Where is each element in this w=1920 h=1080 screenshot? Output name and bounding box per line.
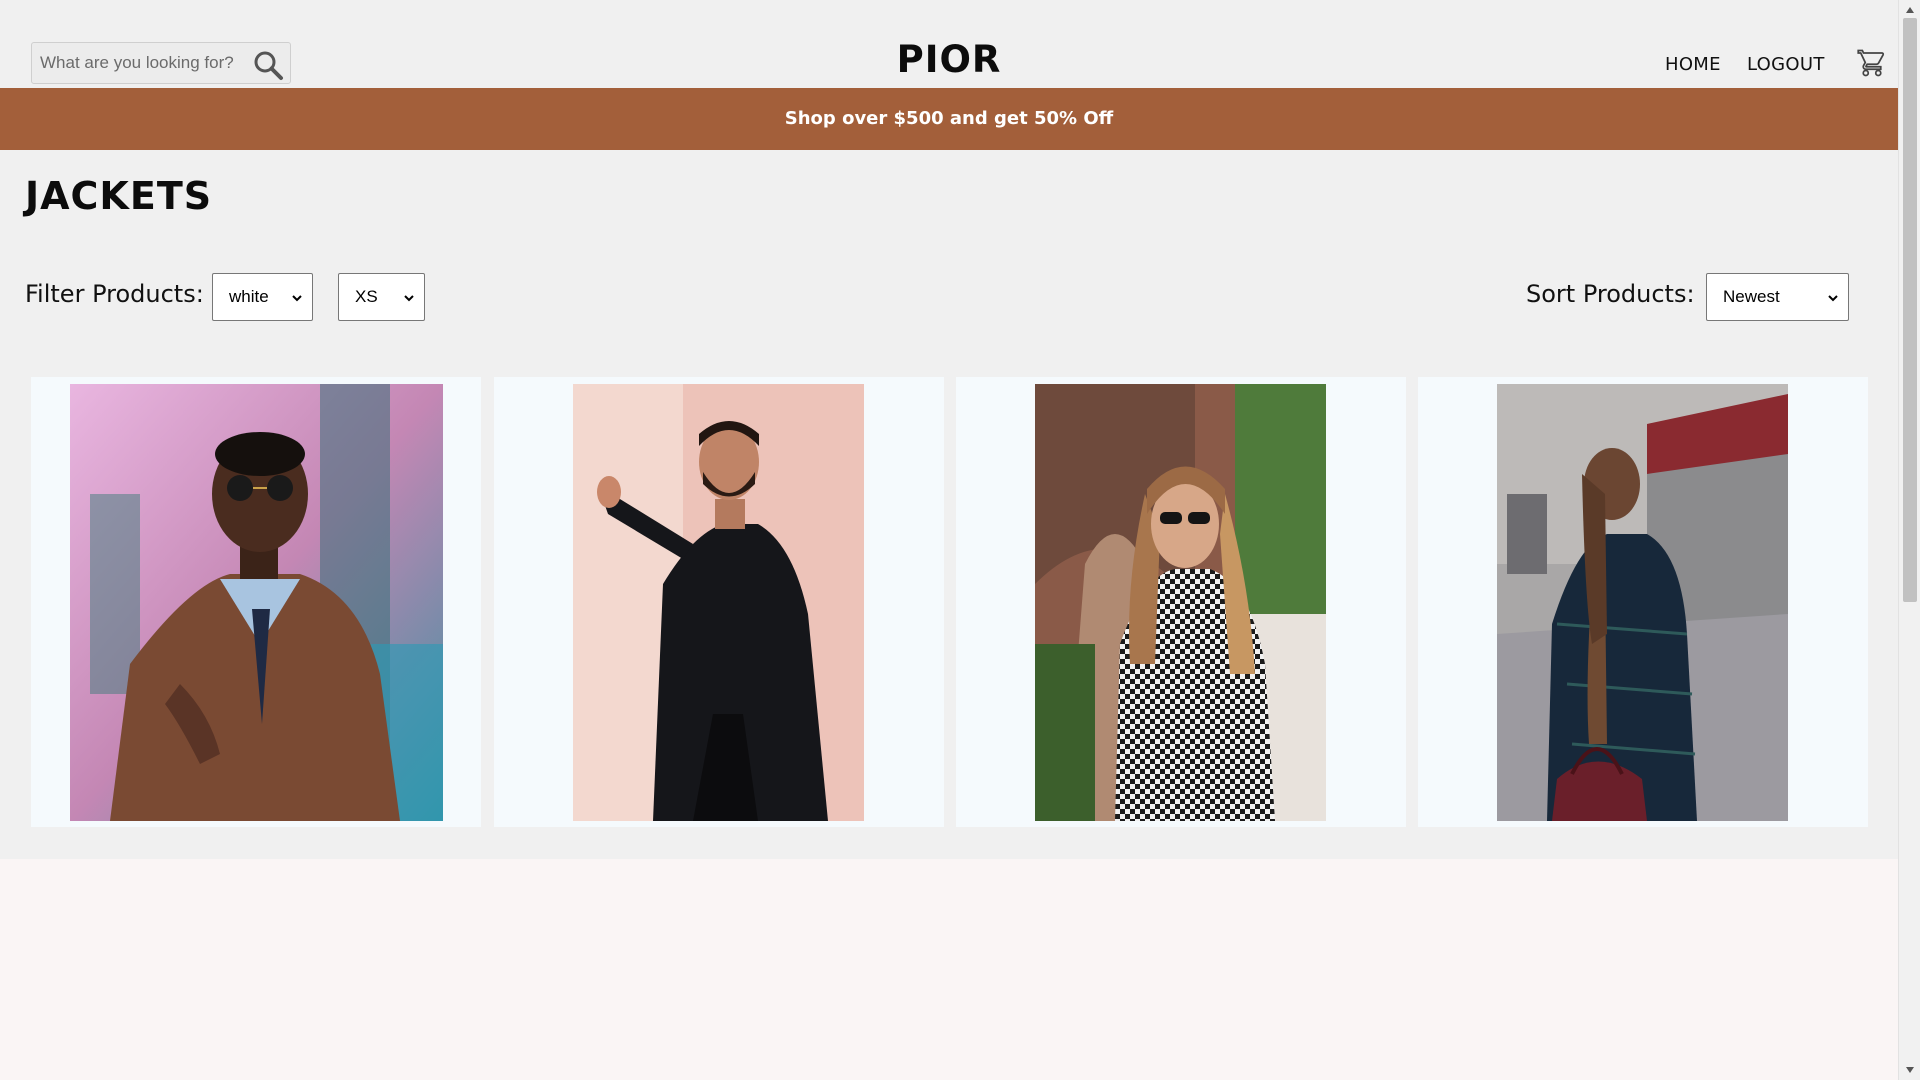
product-image[interactable] — [1035, 384, 1326, 821]
chevron-down-icon — [292, 295, 302, 302]
product-card[interactable] — [956, 377, 1406, 827]
product-image[interactable] — [1497, 384, 1788, 821]
vertical-scrollbar[interactable] — [1898, 0, 1920, 1080]
scroll-down-arrow-icon[interactable] — [1904, 1064, 1916, 1076]
product-image[interactable] — [70, 384, 443, 821]
filter-label: Filter Products: — [25, 280, 204, 308]
scroll-up-arrow-icon[interactable] — [1904, 4, 1916, 16]
scrollbar-thumb[interactable] — [1903, 18, 1917, 602]
chevron-down-icon — [1828, 295, 1838, 302]
color-filter-select[interactable]: white — [212, 273, 313, 321]
announcement-text: Shop over $500 and get 50% Off — [784, 108, 1114, 129]
nav-logout-link[interactable]: LOGOUT — [1747, 54, 1825, 75]
product-image[interactable] — [573, 384, 864, 821]
announcement-bar: Shop over $500 and get 50% Off — [0, 88, 1898, 150]
chevron-down-icon — [404, 295, 414, 302]
color-filter-value: white — [229, 287, 269, 306]
product-card[interactable] — [31, 377, 481, 827]
brand-logo[interactable]: PIOR — [0, 38, 1898, 81]
size-filter-select[interactable]: XS — [338, 273, 425, 321]
site-header: PIOR HOME LOGOUT — [0, 0, 1898, 88]
nav-home-link[interactable]: HOME — [1665, 54, 1721, 75]
footer-area — [0, 859, 1898, 1080]
product-card[interactable] — [1418, 377, 1868, 827]
sort-select[interactable]: Newest — [1706, 273, 1849, 321]
sort-value: Newest — [1723, 287, 1780, 306]
cart-icon[interactable] — [1857, 48, 1887, 78]
sort-label: Sort Products: — [1526, 280, 1695, 308]
product-card[interactable] — [494, 377, 944, 827]
page-title: JACKETS — [25, 174, 213, 218]
size-filter-value: XS — [355, 287, 378, 306]
